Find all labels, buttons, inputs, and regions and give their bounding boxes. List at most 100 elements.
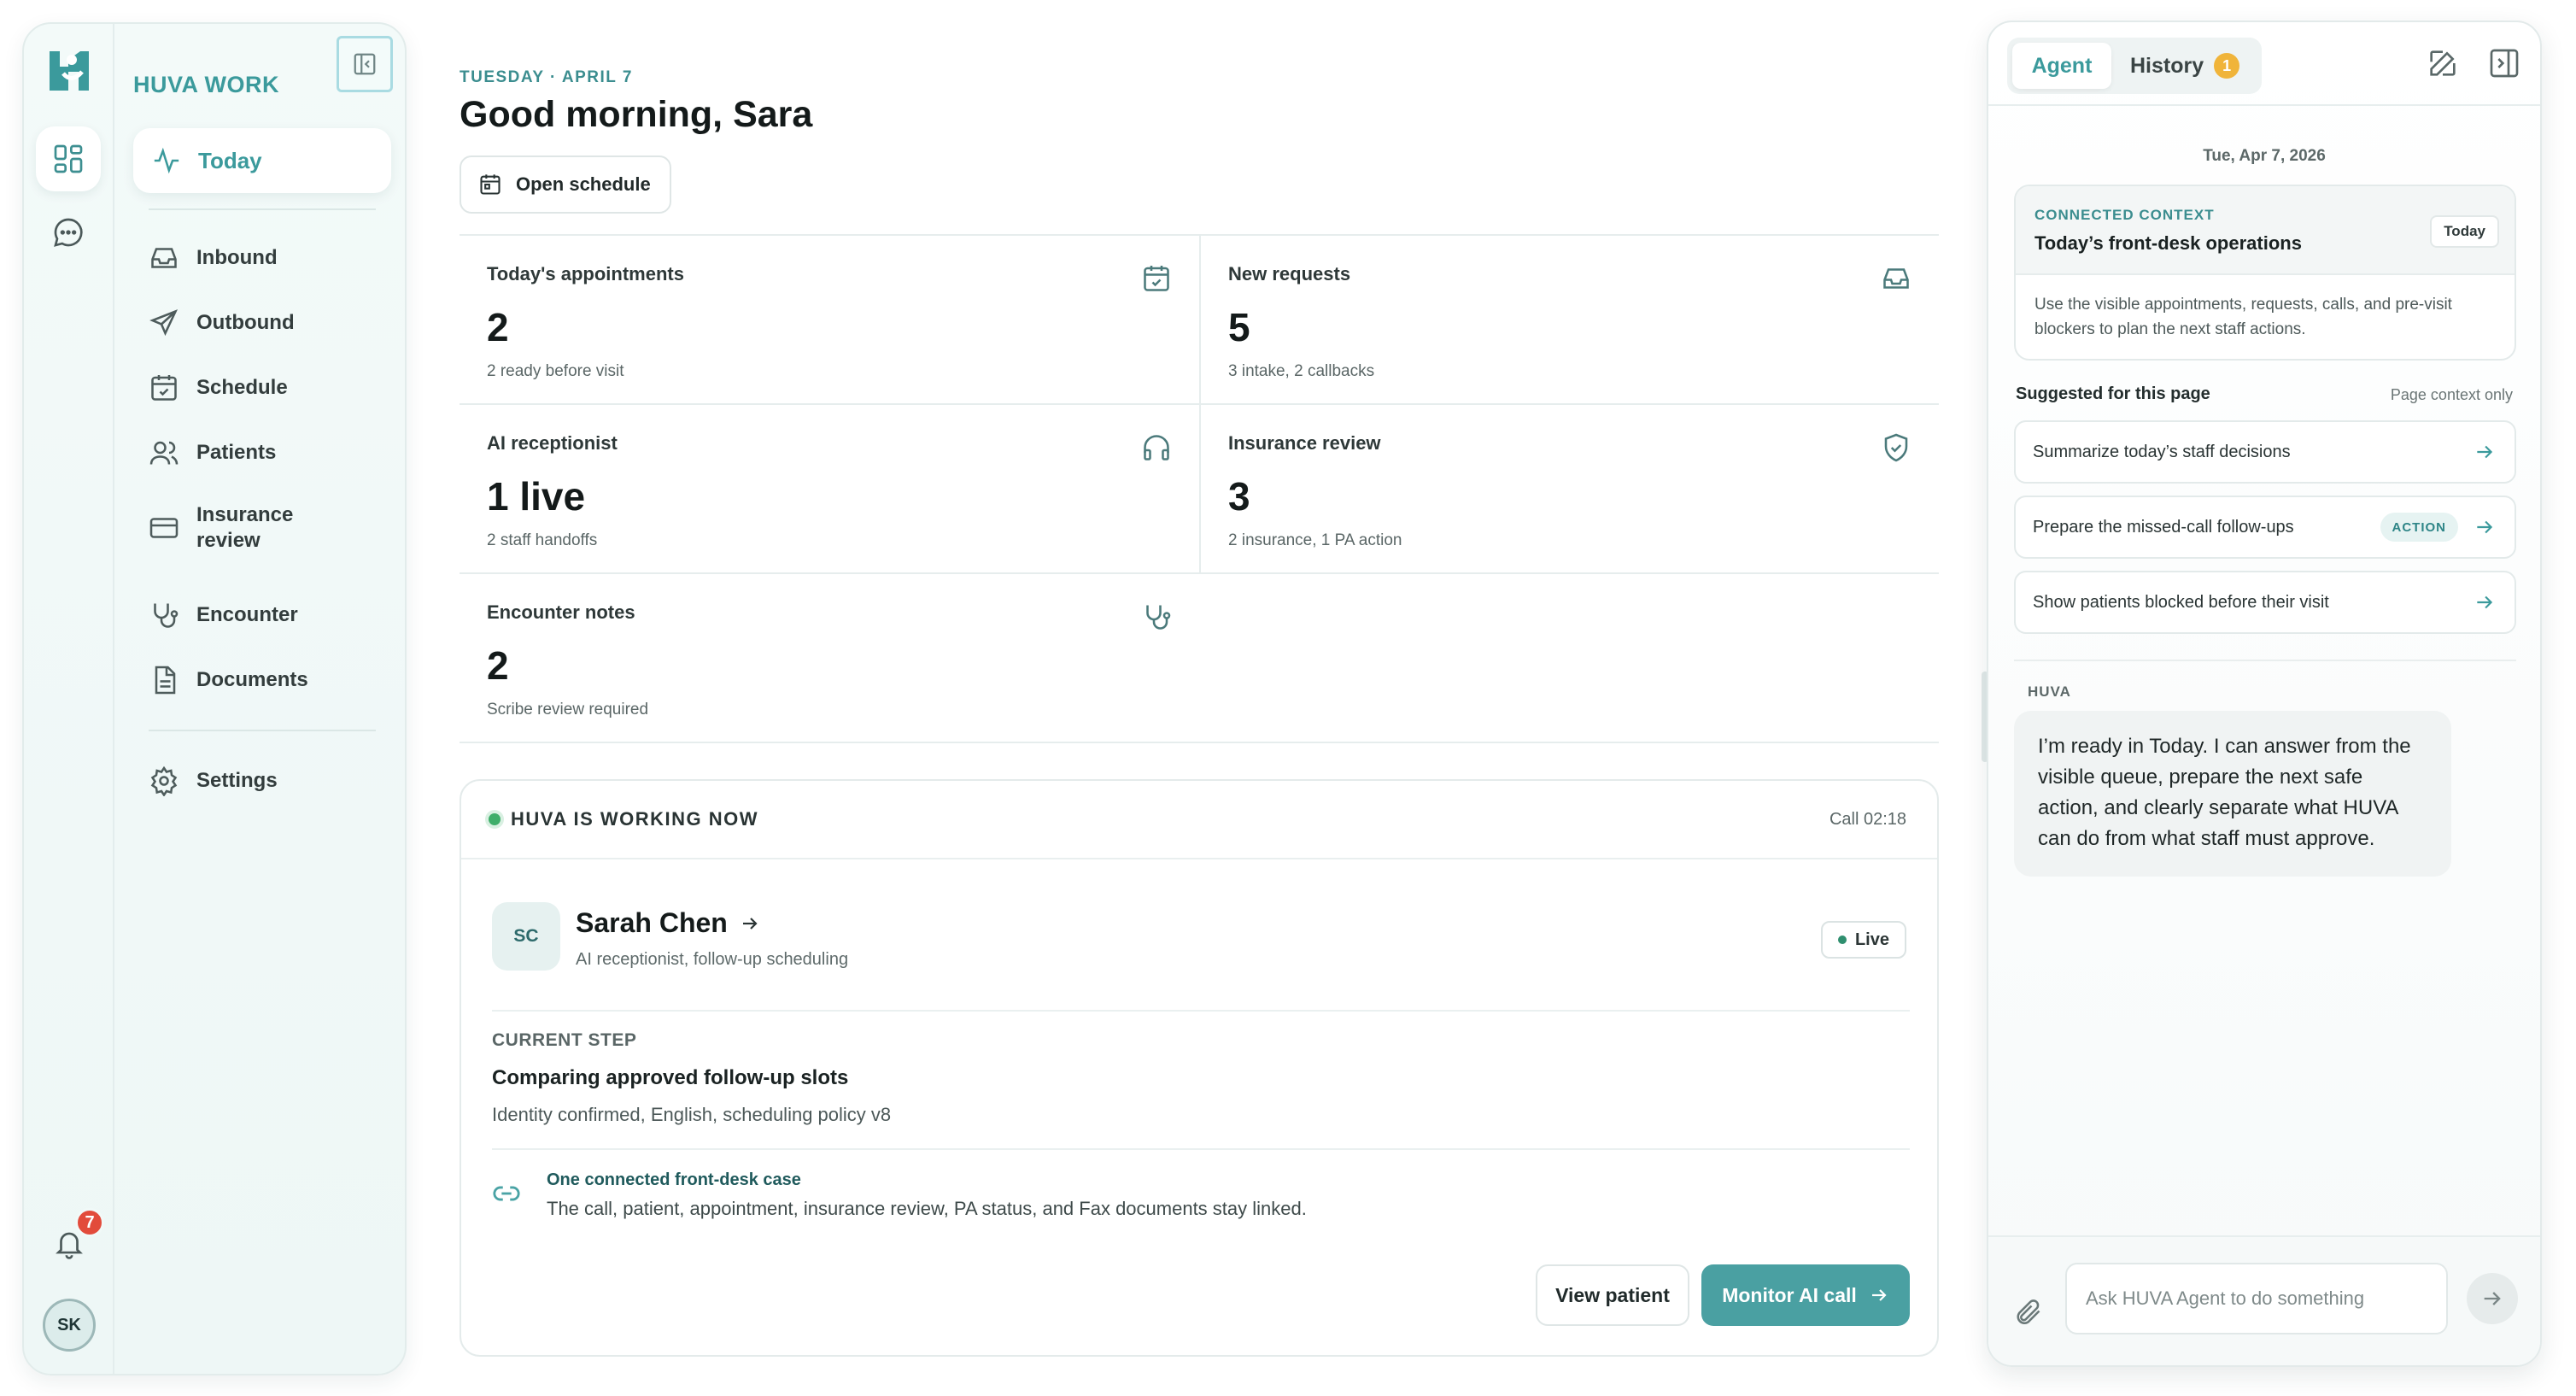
suggestions-title: Suggested for this page — [2016, 384, 2210, 403]
stat-value: 1 live — [487, 474, 586, 519]
close-panel-button[interactable] — [2487, 46, 2521, 80]
nav-label: Insurance review — [196, 503, 294, 552]
patient-avatar: SC — [492, 902, 560, 971]
nav-label: Encounter — [196, 603, 298, 626]
user-avatar[interactable]: SK — [43, 1299, 96, 1352]
action-badge: ACTION — [2380, 513, 2458, 542]
suggestion-item[interactable]: Prepare the missed-call follow-ups ACTIO… — [2014, 496, 2516, 559]
context-badge: Today — [2430, 215, 2499, 248]
conversation-date: Tue, Apr 7, 2026 — [2203, 147, 2326, 165]
nav-item-schedule[interactable]: Schedule — [149, 372, 388, 403]
suggestion-text: Prepare the missed-call follow-ups — [2033, 517, 2294, 537]
status-badge: Live — [1820, 921, 1906, 959]
stat-title: New requests — [1228, 263, 1351, 284]
document-icon — [155, 666, 176, 695]
nav-item-inbound[interactable]: Inbound — [149, 243, 388, 273]
patient-name-link[interactable]: Sarah Chen — [576, 907, 760, 939]
date-eyebrow: TUESDAY · APRIL 7 — [460, 68, 633, 86]
live-indicator-dot — [489, 813, 501, 825]
nav-item-outbound[interactable]: Outbound — [149, 308, 388, 338]
users-icon — [149, 441, 179, 465]
stat-value: 5 — [1228, 305, 1250, 349]
stat-card-ai-receptionist[interactable]: AI receptionist 1 live 2 staff handoffs — [460, 405, 1199, 574]
patient-role: AI receptionist, follow-up scheduling — [576, 950, 849, 969]
stat-title: Encounter notes — [487, 601, 635, 623]
suggestions-note: Page context only — [2390, 386, 2513, 403]
working-now-label: HUVA IS WORKING NOW — [511, 808, 759, 830]
stat-subtitle: 3 intake, 2 callbacks — [1228, 362, 1375, 380]
inbox-icon — [151, 248, 177, 268]
stat-subtitle: 2 insurance, 1 PA action — [1228, 531, 1402, 549]
chat-bubble-icon — [54, 218, 83, 247]
arrow-right-icon — [2477, 445, 2493, 459]
context-title: Today’s front-desk operations — [2034, 232, 2302, 254]
suggestion-text: Show patients blocked before their visit — [2033, 592, 2329, 612]
stat-subtitle: 2 ready before visit — [487, 362, 624, 380]
suggestion-text: Summarize today’s staff decisions — [2033, 442, 2291, 461]
nav-item-encounter[interactable]: Encounter — [149, 600, 388, 631]
divider — [492, 1148, 1910, 1150]
stat-title: Today's appointments — [487, 263, 684, 284]
open-schedule-button[interactable]: Open schedule — [460, 155, 671, 214]
view-patient-button[interactable]: View patient — [1536, 1264, 1689, 1326]
stat-value: 3 — [1228, 474, 1250, 519]
agent-prompt-input[interactable] — [2065, 1263, 2448, 1334]
credit-card-icon — [149, 518, 179, 538]
context-eyebrow: CONNECTED CONTEXT — [2034, 207, 2215, 223]
nav-item-patients[interactable]: Patients — [149, 437, 388, 468]
nav-divider — [149, 730, 376, 731]
nav-label: Schedule — [196, 376, 288, 399]
new-chat-button[interactable] — [2426, 46, 2460, 80]
shield-check-icon — [1884, 433, 1908, 462]
nav-item-documents[interactable]: Documents — [149, 665, 388, 695]
activity-icon — [154, 147, 179, 174]
stats-grid: Today's appointments 2 2 ready before vi… — [460, 234, 1939, 743]
stat-card-new-requests[interactable]: New requests 5 3 intake, 2 callbacks — [1199, 236, 1939, 405]
tab-agent[interactable]: Agent — [2012, 43, 2111, 89]
agent-panel-header: Agent History 1 — [1988, 22, 2540, 106]
stat-subtitle: Scribe review required — [487, 701, 649, 719]
patient-name: Sarah Chen — [576, 907, 728, 938]
calendar-check-icon — [151, 375, 177, 401]
nav-item-settings[interactable]: Settings — [149, 765, 388, 796]
collapse-sidebar-button[interactable] — [337, 36, 393, 92]
gear-icon — [150, 765, 178, 796]
attach-button[interactable] — [2012, 1297, 2043, 1328]
stethoscope-icon — [1146, 605, 1171, 630]
stat-subtitle: 2 staff handoffs — [487, 531, 598, 549]
arrow-right-icon — [1871, 1289, 1887, 1301]
huva-logo-icon[interactable] — [46, 48, 92, 94]
context-description: Use the visible appointments, requests, … — [2034, 296, 2452, 338]
nav-item-insurance-review[interactable]: Insurance review — [149, 502, 388, 554]
calendar-icon — [480, 174, 501, 195]
rail-dashboard-button[interactable] — [36, 126, 101, 191]
notifications-badge: 7 — [75, 1208, 104, 1237]
suggestion-item[interactable]: Summarize today’s staff decisions — [2014, 420, 2516, 484]
connected-context-card: CONNECTED CONTEXT Today’s front-desk ope… — [2014, 185, 2516, 361]
send-button[interactable] — [2467, 1273, 2518, 1324]
case-description: The call, patient, appointment, insuranc… — [547, 1198, 1307, 1219]
stat-card-encounter-notes[interactable]: Encounter notes 2 Scribe review required — [460, 574, 1199, 743]
agent-panel: Agent History 1 Tue, Apr 7, 2026 CONNECT… — [1987, 21, 2542, 1367]
stat-card-appointments[interactable]: Today's appointments 2 2 ready before vi… — [460, 236, 1199, 405]
live-dot — [1837, 936, 1847, 944]
suggestion-item[interactable]: Show patients blocked before their visit — [2014, 571, 2516, 634]
calendar-check-icon — [1144, 266, 1169, 291]
monitor-ai-call-button[interactable]: Monitor AI call — [1701, 1264, 1910, 1326]
page-title: Good morning, Sara — [460, 94, 813, 135]
stat-card-insurance-review[interactable]: Insurance review 3 2 insurance, 1 PA act… — [1199, 405, 1939, 574]
rail-messages-button[interactable] — [36, 200, 101, 265]
case-title: One connected front-desk case — [547, 1170, 801, 1189]
working-now-header: HUVA IS WORKING NOW Call 02:18 — [461, 781, 1937, 859]
tab-history[interactable]: History 1 — [2130, 43, 2240, 89]
nav-label: Patients — [196, 441, 277, 464]
divider — [492, 1010, 1910, 1012]
icon-rail — [24, 24, 114, 1374]
nav-label: Settings — [196, 769, 278, 792]
status-label: Live — [1854, 930, 1889, 949]
sidebar-shell: HUVA WORK Today Inbound Outbound Schedul… — [22, 22, 407, 1375]
sidebar-collapse-icon — [354, 53, 376, 75]
arrow-right-icon — [2484, 1292, 2501, 1305]
working-now-card: HUVA IS WORKING NOW Call 02:18 SC Sarah … — [460, 779, 1939, 1357]
nav-item-today[interactable]: Today — [133, 128, 391, 193]
